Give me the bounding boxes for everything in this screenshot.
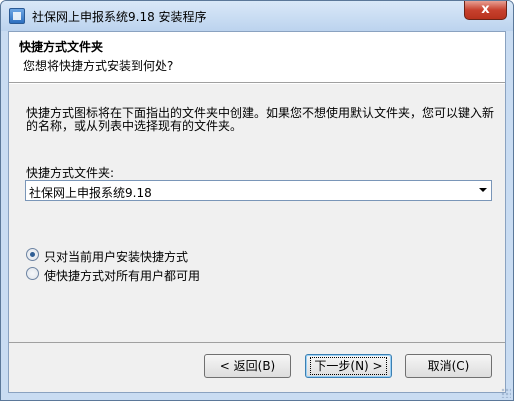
page-title: 快捷方式文件夹 xyxy=(19,40,104,54)
back-button-label: < 返回(B) xyxy=(219,359,276,373)
page-subtitle: 您想将快捷方式安装到何处? xyxy=(23,59,174,73)
header-divider xyxy=(9,83,505,84)
cancel-button[interactable]: 取消(C) xyxy=(405,354,492,378)
shortcut-folder-combobox[interactable]: 社保网上申报系统9.18 xyxy=(25,180,492,201)
title-bar[interactable]: 社保网上申报系统9.18 安装程序 x xyxy=(1,1,513,31)
next-button[interactable]: 下一步(N) > xyxy=(305,354,392,378)
radio-current-user-label: 只对当前用户安装快捷方式 xyxy=(44,250,189,264)
dropdown-arrow-icon[interactable] xyxy=(479,188,487,192)
radio-unselected-icon[interactable] xyxy=(26,267,39,280)
radio-selected-icon[interactable] xyxy=(26,248,39,261)
wizard-page: 快捷方式文件夹 您想将快捷方式安装到何处? 快捷方式图标将在下面指出的文件夹中创… xyxy=(8,31,506,393)
close-icon: x xyxy=(481,2,490,17)
page-description: 快捷方式图标将在下面指出的文件夹中创建。如果您不想使用默认文件夹，您可以键入新的… xyxy=(26,106,495,133)
shortcut-folder-value: 社保网上申报系统9.18 xyxy=(29,186,152,200)
footer-divider xyxy=(9,342,505,343)
resize-grip[interactable] xyxy=(501,388,511,398)
window-title: 社保网上申报系统9.18 安装程序 xyxy=(32,10,207,24)
radio-all-users-label: 使快捷方式对所有用户都可用 xyxy=(44,269,201,283)
shortcut-folder-label: 快捷方式文件夹: xyxy=(26,166,115,180)
back-button[interactable]: < 返回(B) xyxy=(204,354,291,378)
cancel-button-label: 取消(C) xyxy=(427,359,470,373)
close-button[interactable]: x xyxy=(464,1,507,20)
installer-app-icon xyxy=(9,8,25,24)
next-button-label: 下一步(N) > xyxy=(310,357,387,375)
installer-window: 社保网上申报系统9.18 安装程序 x 快捷方式文件夹 您想将快捷方式安装到何处… xyxy=(0,0,514,401)
wizard-header: 快捷方式文件夹 您想将快捷方式安装到何处? xyxy=(9,32,505,83)
